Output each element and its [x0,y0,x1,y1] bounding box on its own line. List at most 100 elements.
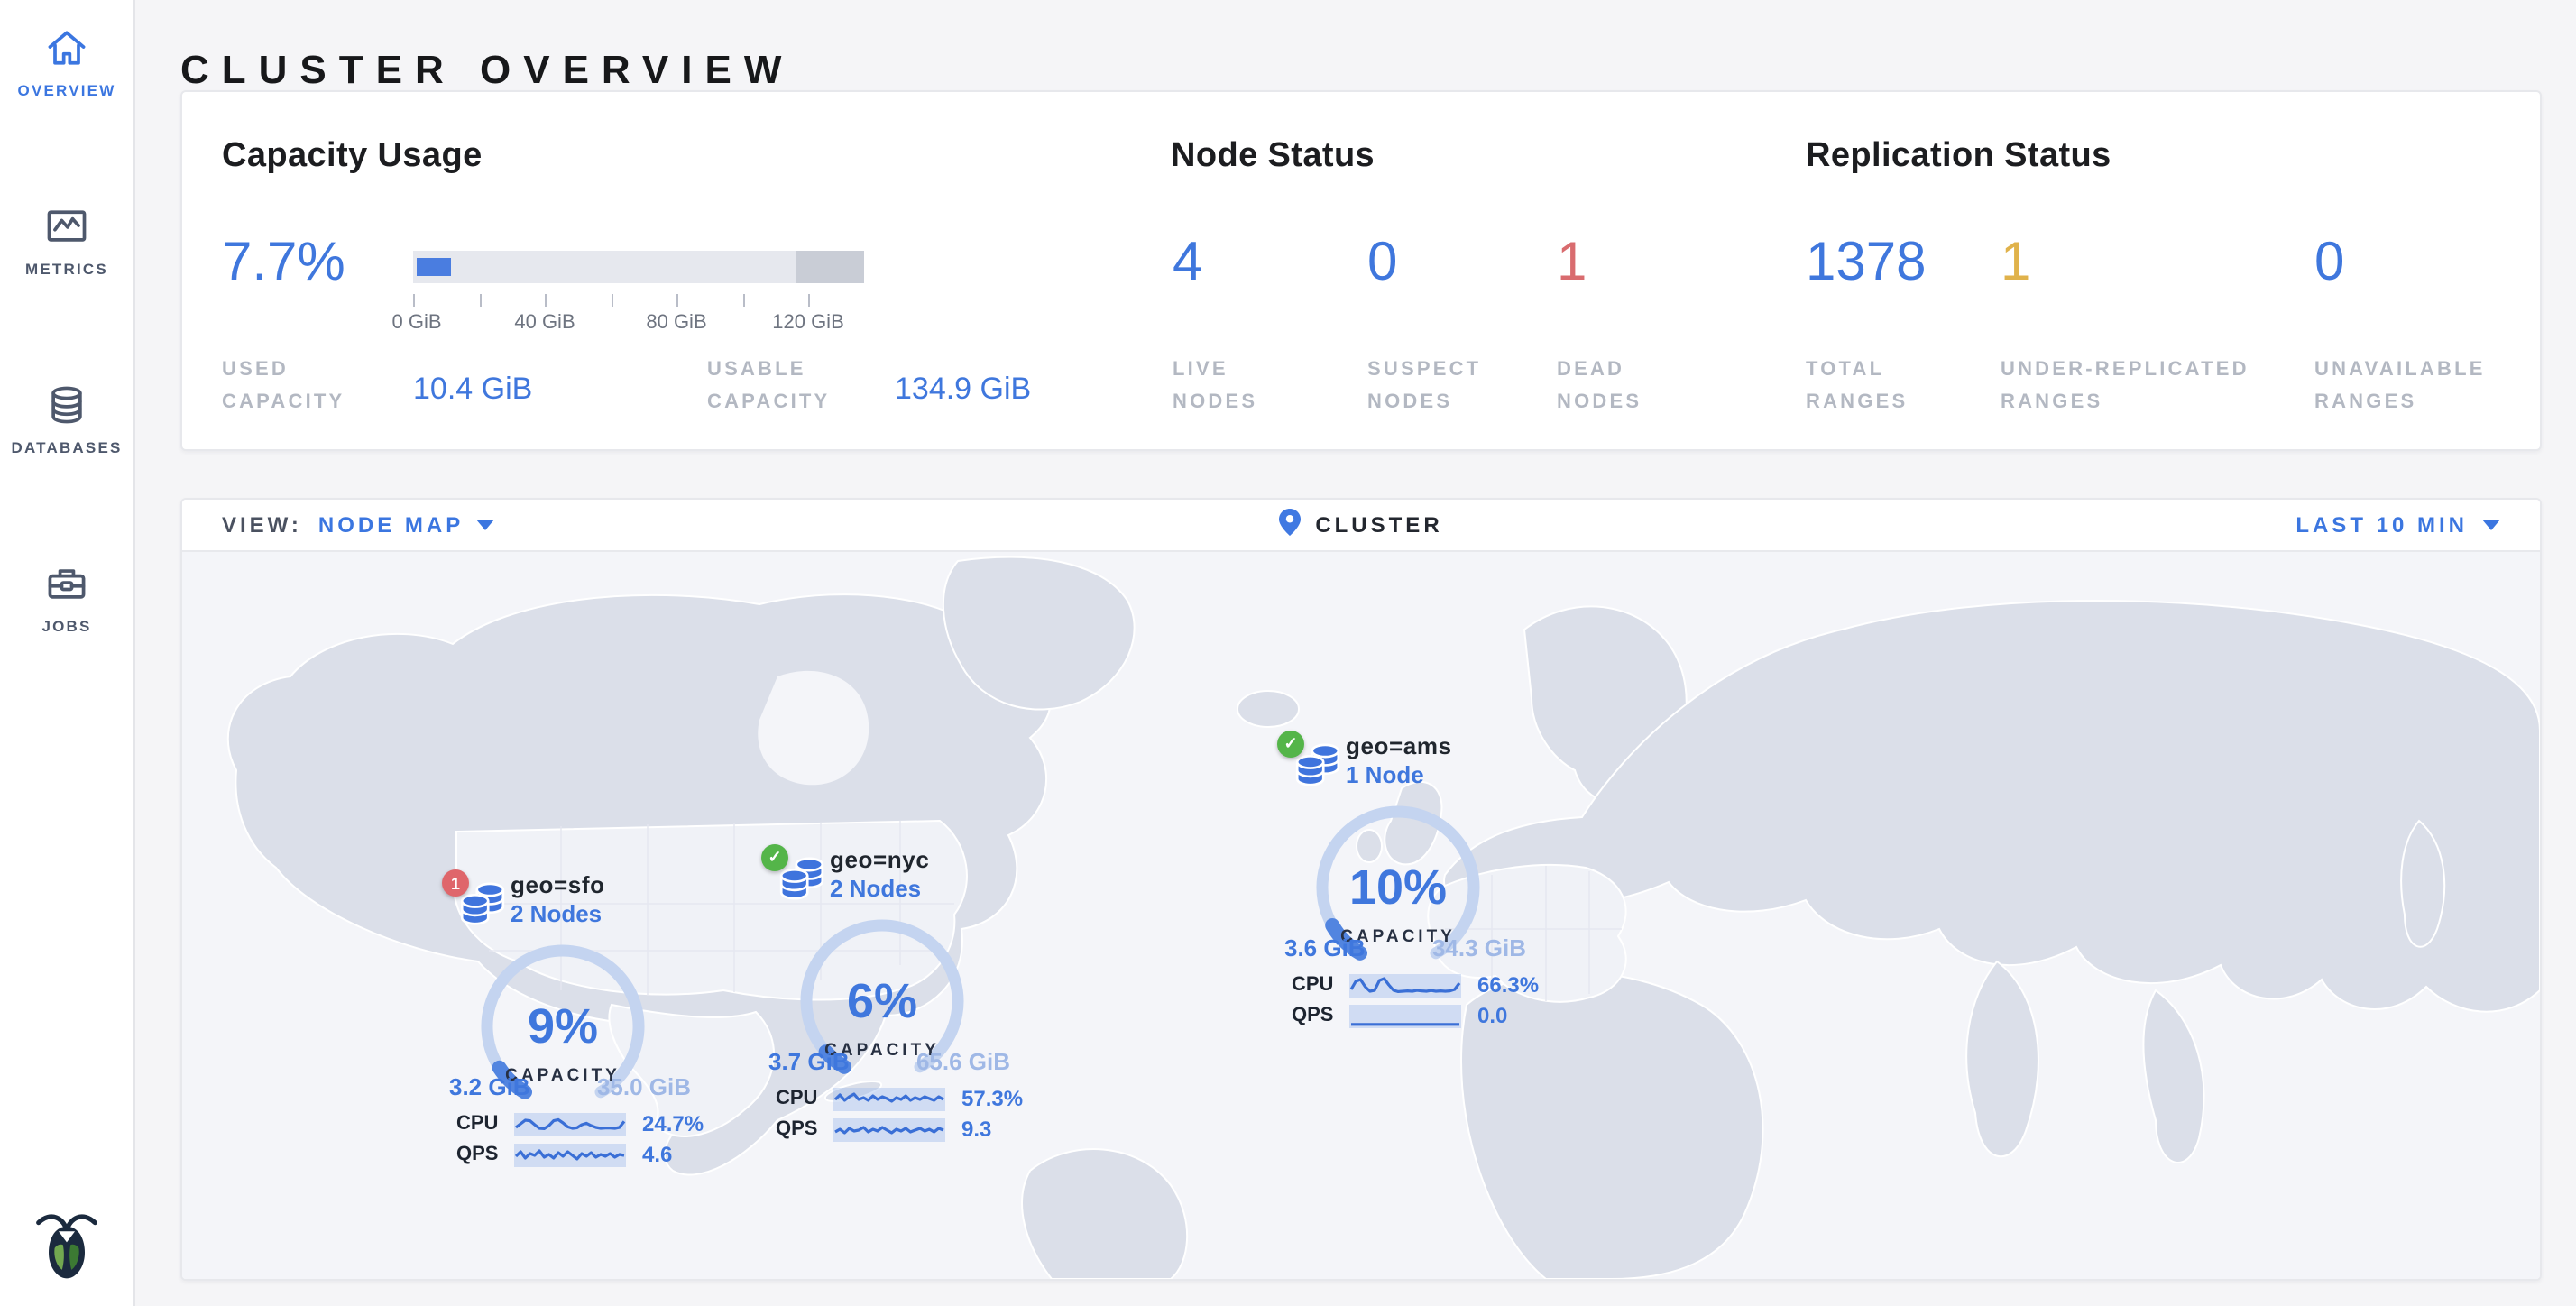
breadcrumb-cluster[interactable]: CLUSTER [1315,512,1442,538]
total-ranges-count: 1378 [1806,236,1927,290]
suspect-nodes-count: 0 [1367,236,1397,290]
sidebar-item-label: OVERVIEW [18,81,116,99]
cpu-sparkline [833,1087,945,1110]
cpu-value: 24.7% [642,1111,704,1136]
capacity-gauge: 10% CAPACITY [1290,803,1506,990]
sidebar: OVERVIEW METRICS DATABASES JOBS [0,0,135,1306]
sidebar-item-overview[interactable]: OVERVIEW [0,0,133,117]
locality-total-capacity: 65.6 GiB [916,1048,1010,1075]
svg-text:6%: 6% [847,974,917,1028]
healthy-check-icon: ✓ [1277,731,1304,758]
replication-status-section: Replication Status 1378 1 0 TOTALRANGES … [1806,92,2527,449]
qps-label: QPS [1292,1005,1349,1026]
cpu-sparkline [1349,973,1461,997]
view-dropdown[interactable]: NODE MAP [318,512,494,538]
qps-value: 4.6 [642,1142,672,1167]
sidebar-item-label: METRICS [25,260,108,278]
under-replicated-ranges-count: 1 [2001,236,2030,290]
qps-label: QPS [776,1118,833,1140]
total-ranges-label: TOTALRANGES [1806,355,1908,418]
node-status-title: Node Status [1171,137,1375,177]
capacity-usage-section: Capacity Usage 7.7% 0 GiB 40 GiB 80 GiB … [222,92,1142,449]
usable-capacity-label: USABLECAPACITY [707,355,830,418]
suspect-nodes-label: SUSPECTNODES [1367,355,1481,418]
capacity-axis-labels: 0 GiB 40 GiB 80 GiB 120 GiB [413,312,954,337]
axis-tick-label: 40 GiB [514,312,575,334]
location-pin-icon [1279,509,1301,541]
locality-node-count[interactable]: 2 Nodes [511,900,602,927]
qps-sparkline [833,1117,945,1141]
capacity-bar-nonusable-segment [795,251,864,283]
qps-sparkline [514,1143,626,1166]
dead-nodes-count: 1 [1557,236,1587,290]
node-status-section: Node Status 4 0 1 LIVENODES SUSPECTNODES… [1171,92,1784,449]
locality-marker-nyc[interactable]: ✓ geo=nyc 2 Nodes 6% CAPACITY 3.7 GiB 65… [732,841,1043,1147]
chevron-down-icon [2482,520,2500,530]
time-range-dropdown[interactable]: LAST 10 MIN [2295,512,2500,538]
locality-used-capacity: 3.2 GiB [449,1073,530,1100]
axis-tick-label: 0 GiB [391,312,441,334]
database-icon [43,382,90,428]
locality-marker-ams[interactable]: ✓ geo=ams 1 Node 10% CAPACITY 3.6 GiB 34… [1248,727,1559,1034]
axis-tick-label: 80 GiB [646,312,706,334]
under-replicated-ranges-label: UNDER-REPLICATEDRANGES [2001,355,2249,418]
capacity-axis-ticks [413,294,864,308]
unavailable-ranges-count: 0 [2314,236,2344,290]
map-toolbar: VIEW: NODE MAP CLUSTER LAST 10 MIN [182,500,2540,552]
svg-text:10%: 10% [1349,860,1447,915]
sidebar-item-metrics[interactable]: METRICS [0,179,133,296]
cpu-value: 66.3% [1477,972,1539,998]
used-capacity-value: 10.4 GiB [413,372,532,408]
cpu-label: CPU [1292,974,1349,996]
unavailable-ranges-label: UNAVAILABLERANGES [2314,355,2486,418]
locality-total-capacity: 34.3 GiB [1432,934,1526,961]
cpu-value: 57.3% [961,1086,1023,1111]
page-title: CLUSTER OVERVIEW [180,46,794,93]
dead-node-badge: 1 [442,869,469,897]
capacity-usage-title: Capacity Usage [222,137,483,177]
locality-marker-sfo[interactable]: 1 geo=sfo 2 Nodes 9% CAPACITY 3.2 GiB 35… [413,866,723,1173]
qps-sparkline [1349,1004,1461,1027]
node-map[interactable]: 1 geo=sfo 2 Nodes 9% CAPACITY 3.2 GiB 35… [182,550,2540,1279]
locality-name: geo=ams [1346,732,1452,759]
axis-tick-label: 120 GiB [772,312,844,334]
qps-label: QPS [456,1144,514,1165]
sidebar-item-label: DATABASES [11,438,122,456]
live-nodes-label: LIVENODES [1173,355,1257,418]
node-map-card: VIEW: NODE MAP CLUSTER LAST 10 MIN [180,498,2542,1281]
capacity-bar [413,251,864,283]
app-root: OVERVIEW METRICS DATABASES JOBS [0,0,2576,1306]
usable-capacity-value: 134.9 GiB [895,372,1031,408]
capacity-used-percent: 7.7% [222,236,345,290]
sidebar-item-databases[interactable]: DATABASES [0,357,133,474]
live-nodes-count: 4 [1173,236,1202,290]
chart-icon [43,204,90,249]
view-label: VIEW: [222,512,302,538]
qps-value: 9.3 [961,1117,991,1142]
cockroach-logo [0,1209,133,1281]
locality-used-capacity: 3.6 GiB [1284,934,1366,961]
cpu-sparkline [514,1112,626,1136]
capacity-bar-used-segment [417,258,451,276]
sidebar-item-jobs[interactable]: JOBS [0,536,133,653]
home-icon [43,25,90,70]
cluster-summary-card: Capacity Usage 7.7% 0 GiB 40 GiB 80 GiB … [180,90,2542,451]
healthy-check-icon: ✓ [761,844,788,871]
qps-value: 0.0 [1477,1003,1507,1028]
capacity-gauge: 9% CAPACITY [455,942,671,1129]
locality-used-capacity: 3.7 GiB [768,1048,850,1075]
cpu-label: CPU [776,1088,833,1109]
dead-nodes-label: DEADNODES [1557,355,1642,418]
briefcase-icon [43,561,90,606]
replication-status-title: Replication Status [1806,137,2111,177]
locality-name: geo=nyc [830,846,929,873]
svg-text:9%: 9% [528,999,598,1053]
locality-node-count[interactable]: 1 Node [1346,761,1424,788]
chevron-down-icon [476,520,494,530]
used-capacity-label: USEDCAPACITY [222,355,345,418]
locality-total-capacity: 35.0 GiB [597,1073,691,1100]
locality-node-count[interactable]: 2 Nodes [830,875,921,902]
locality-name: geo=sfo [511,871,605,898]
capacity-gauge: 6% CAPACITY [774,916,990,1104]
sidebar-item-label: JOBS [41,617,91,635]
